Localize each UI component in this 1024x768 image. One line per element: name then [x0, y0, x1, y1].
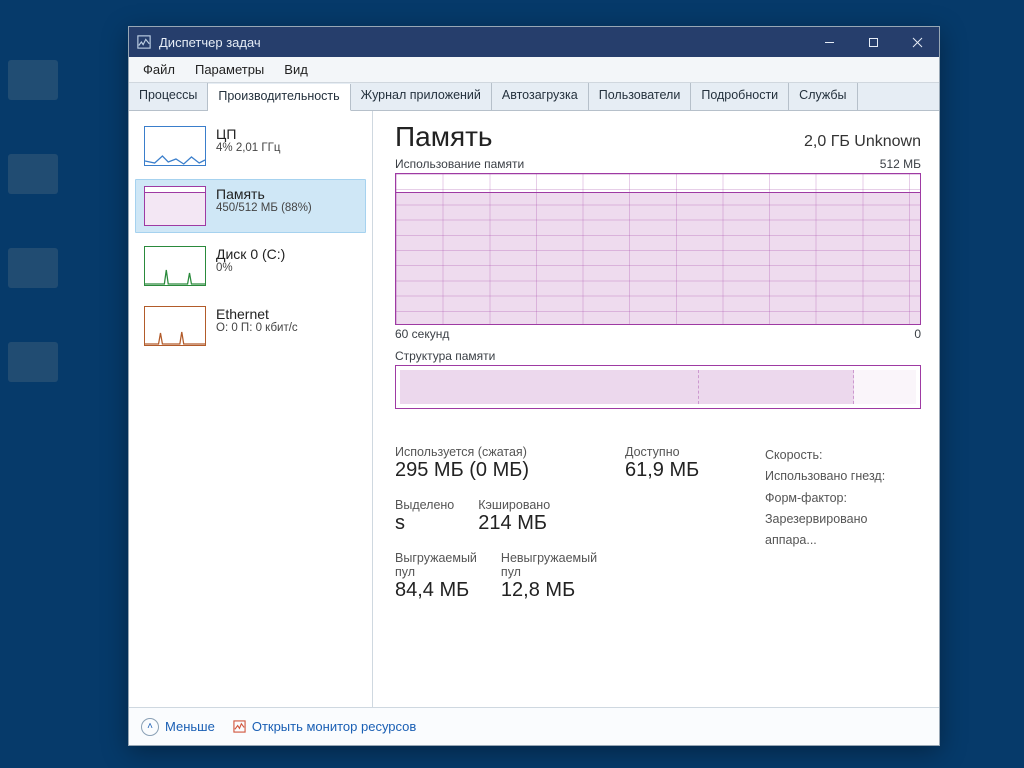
memory-composition-chart	[395, 365, 921, 409]
committed-label: Выделено	[395, 498, 454, 512]
slots-label: Использовано гнезд:	[765, 466, 921, 487]
sidebar-cpu-title: ЦП	[216, 126, 280, 142]
form-label: Форм-фактор:	[765, 488, 921, 509]
axis-right: 0	[914, 327, 921, 341]
tabs: Процессы Производительность Журнал прило…	[129, 83, 939, 111]
sidebar-item-disk[interactable]: Диск 0 (C:) 0%	[135, 239, 366, 293]
sidebar-item-ethernet[interactable]: Ethernet О: 0 П: 0 кбит/с	[135, 299, 366, 353]
fewer-details-button[interactable]: ˄ Меньше	[141, 718, 215, 736]
sidebar-disk-sub: 0%	[216, 262, 285, 274]
maximize-button[interactable]	[851, 27, 895, 57]
axis-left: 60 секунд	[395, 327, 449, 341]
window-title: Диспетчер задач	[159, 35, 807, 50]
menu-options[interactable]: Параметры	[185, 57, 274, 82]
sidebar-net-sub: О: 0 П: 0 кбит/с	[216, 322, 298, 334]
task-manager-window: Диспетчер задач Файл Параметры Вид Проце…	[128, 26, 940, 746]
cpu-sparkline-icon	[144, 126, 206, 166]
sidebar: ЦП 4% 2,01 ГГц Память 450/512 МБ (88%)	[129, 111, 373, 707]
nonpaged-label: Невыгружаемый пул	[501, 551, 597, 579]
sidebar-disk-title: Диск 0 (C:)	[216, 246, 285, 262]
footer: ˄ Меньше Открыть монитор ресурсов	[129, 707, 939, 745]
sidebar-item-memory[interactable]: Память 450/512 МБ (88%)	[135, 179, 366, 233]
cached-label: Кэшировано	[478, 498, 550, 512]
fewer-details-label: Меньше	[165, 719, 215, 734]
usage-chart-max: 512 МБ	[880, 157, 921, 171]
open-resmon-label: Открыть монитор ресурсов	[252, 719, 416, 734]
titlebar[interactable]: Диспетчер задач	[129, 27, 939, 57]
paged-label: Выгружаемый пул	[395, 551, 477, 579]
chevron-up-icon: ˄	[141, 718, 159, 736]
sidebar-mem-title: Память	[216, 186, 312, 202]
memory-sparkline-icon	[144, 186, 206, 226]
page-title: Память	[395, 121, 493, 153]
cached-value: 214 МБ	[478, 512, 550, 535]
usage-chart-label: Использование памяти	[395, 157, 524, 171]
open-resmon-link[interactable]: Открыть монитор ресурсов	[233, 719, 416, 734]
tab-startup[interactable]: Автозагрузка	[492, 83, 589, 110]
minimize-button[interactable]	[807, 27, 851, 57]
installed-memory: 2,0 ГБ Unknown	[804, 133, 921, 151]
app-icon	[137, 35, 151, 49]
menu-view[interactable]: Вид	[274, 57, 318, 82]
tab-users[interactable]: Пользователи	[589, 83, 692, 110]
menu-file[interactable]: Файл	[133, 57, 185, 82]
sidebar-mem-sub: 450/512 МБ (88%)	[216, 202, 312, 214]
tab-app-history[interactable]: Журнал приложений	[351, 83, 492, 110]
ethernet-sparkline-icon	[144, 306, 206, 346]
disk-sparkline-icon	[144, 246, 206, 286]
tab-performance[interactable]: Производительность	[208, 84, 350, 111]
main-panel: Память 2,0 ГБ Unknown Использование памя…	[373, 111, 939, 707]
in-use-value: 295 МБ (0 МБ)	[395, 459, 595, 482]
nonpaged-value: 12,8 МБ	[501, 579, 597, 602]
resource-monitor-icon	[233, 720, 246, 733]
memory-usage-chart	[395, 173, 921, 325]
close-button[interactable]	[895, 27, 939, 57]
paged-value: 84,4 МБ	[395, 579, 477, 602]
in-use-label: Используется (сжатая)	[395, 445, 595, 459]
avail-label: Доступно	[625, 445, 735, 459]
avail-value: 61,9 МБ	[625, 459, 735, 482]
composition-label: Структура памяти	[395, 349, 921, 363]
committed-value: s	[395, 512, 454, 535]
tab-details[interactable]: Подробности	[691, 83, 789, 110]
sidebar-net-title: Ethernet	[216, 306, 298, 322]
reserved-label: Зарезервировано аппара...	[765, 509, 921, 552]
sidebar-cpu-sub: 4% 2,01 ГГц	[216, 142, 280, 154]
tab-processes[interactable]: Процессы	[129, 83, 208, 110]
tab-services[interactable]: Службы	[789, 83, 857, 110]
sidebar-item-cpu[interactable]: ЦП 4% 2,01 ГГц	[135, 119, 366, 173]
stats: Используется (сжатая) 295 МБ (0 МБ) Выде…	[395, 445, 921, 602]
menubar: Файл Параметры Вид	[129, 57, 939, 83]
content: ЦП 4% 2,01 ГГц Память 450/512 МБ (88%)	[129, 111, 939, 707]
desktop-icons	[8, 60, 88, 386]
speed-label: Скорость:	[765, 445, 921, 466]
